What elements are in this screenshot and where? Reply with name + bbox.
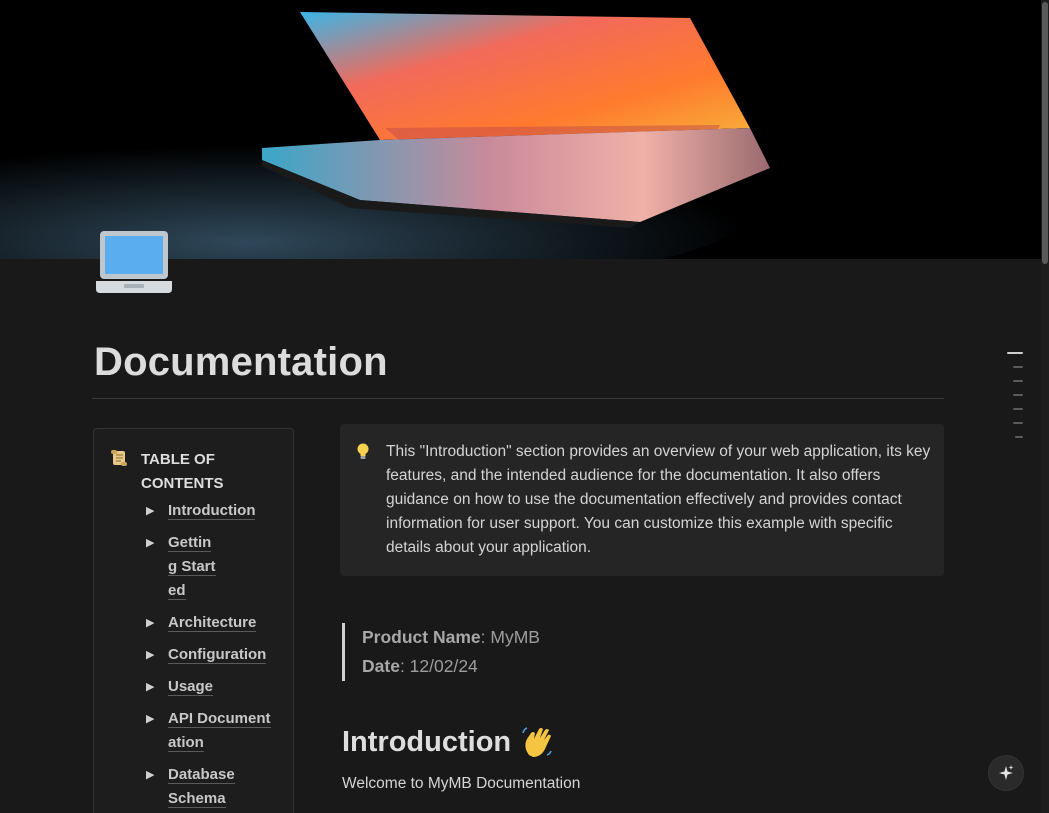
toc-item-api-documentation[interactable]: ▶ API Documentation bbox=[146, 707, 274, 755]
product-quote-block[interactable]: Product Name: MyMB Date: 12/02/24 bbox=[342, 623, 540, 681]
product-name-line: Product Name: MyMB bbox=[362, 623, 540, 652]
outline-mark[interactable] bbox=[1013, 422, 1023, 424]
outline-mark[interactable] bbox=[1013, 394, 1023, 396]
scroll-icon bbox=[111, 450, 127, 466]
date-label: Date bbox=[362, 656, 400, 676]
heading-text: Introduction bbox=[342, 725, 512, 758]
product-name-label: Product Name bbox=[362, 627, 481, 647]
welcome-text[interactable]: Welcome to MyMB Documentation bbox=[342, 775, 580, 793]
toc-item-database-schema[interactable]: ▶ Database Schema bbox=[146, 763, 246, 811]
toc-header: TABLE OF CONTENTS bbox=[110, 448, 251, 496]
ai-assistant-button[interactable] bbox=[988, 755, 1024, 791]
date-line: Date: 12/02/24 bbox=[362, 652, 540, 681]
waving-hand-icon bbox=[522, 727, 552, 757]
toggle-triangle-icon[interactable]: ▶ bbox=[146, 611, 154, 635]
toc-link[interactable]: Database Schema bbox=[168, 766, 235, 808]
scrollbar-thumb[interactable] bbox=[1042, 2, 1048, 264]
introduction-heading[interactable]: Introduction bbox=[342, 725, 553, 759]
notion-page: Documentation TABLE OF CONTENTS ▶ Introd… bbox=[0, 0, 1049, 813]
toc-link[interactable]: API Documentation bbox=[168, 710, 271, 752]
toggle-triangle-icon[interactable]: ▶ bbox=[146, 707, 154, 731]
toc-item-introduction[interactable]: ▶ Introduction bbox=[146, 499, 281, 523]
laptop-emoji-icon[interactable] bbox=[94, 229, 174, 297]
outline-mark[interactable] bbox=[1007, 352, 1023, 354]
outline-mark[interactable] bbox=[1013, 408, 1023, 410]
toc-list: ▶ Introduction ▶ Getting Started ▶ Archi… bbox=[146, 499, 281, 813]
toc-link[interactable]: Getting Started bbox=[168, 534, 216, 600]
lightbulb-icon bbox=[357, 443, 369, 459]
toggle-triangle-icon[interactable]: ▶ bbox=[146, 643, 154, 667]
toc-link[interactable]: Configuration bbox=[168, 646, 267, 664]
outline-mark[interactable] bbox=[1015, 436, 1023, 438]
outline-mark[interactable] bbox=[1013, 366, 1023, 368]
toggle-triangle-icon[interactable]: ▶ bbox=[146, 763, 154, 787]
toggle-triangle-icon[interactable]: ▶ bbox=[146, 499, 154, 523]
scrollbar[interactable] bbox=[1041, 0, 1049, 813]
page-title[interactable]: Documentation bbox=[94, 340, 388, 385]
outline-mark[interactable] bbox=[1013, 380, 1023, 382]
toc-item-configuration[interactable]: ▶ Configuration bbox=[146, 643, 281, 667]
toggle-triangle-icon[interactable]: ▶ bbox=[146, 675, 154, 699]
toc-item-getting-started[interactable]: ▶ Getting Started bbox=[146, 531, 216, 603]
toggle-triangle-icon[interactable]: ▶ bbox=[146, 531, 154, 555]
sparkle-icon bbox=[999, 765, 1014, 780]
cover-image[interactable] bbox=[0, 0, 1049, 259]
toc-item-architecture[interactable]: ▶ Architecture bbox=[146, 611, 281, 635]
info-callout[interactable]: This "Introduction" section provides an … bbox=[340, 424, 944, 576]
callout-text[interactable]: This "Introduction" section provides an … bbox=[386, 440, 932, 560]
toc-link[interactable]: Architecture bbox=[168, 614, 257, 632]
date-value: : 12/02/24 bbox=[399, 656, 478, 676]
toc-title: TABLE OF CONTENTS bbox=[141, 451, 224, 492]
toc-item-usage[interactable]: ▶ Usage bbox=[146, 675, 281, 699]
title-divider bbox=[92, 398, 944, 399]
toc-link[interactable]: Usage bbox=[168, 678, 214, 696]
product-name-value: : MyMB bbox=[480, 627, 540, 647]
table-of-contents: TABLE OF CONTENTS ▶ Introduction ▶ Getti… bbox=[93, 428, 294, 813]
toc-link[interactable]: Introduction bbox=[168, 502, 256, 520]
